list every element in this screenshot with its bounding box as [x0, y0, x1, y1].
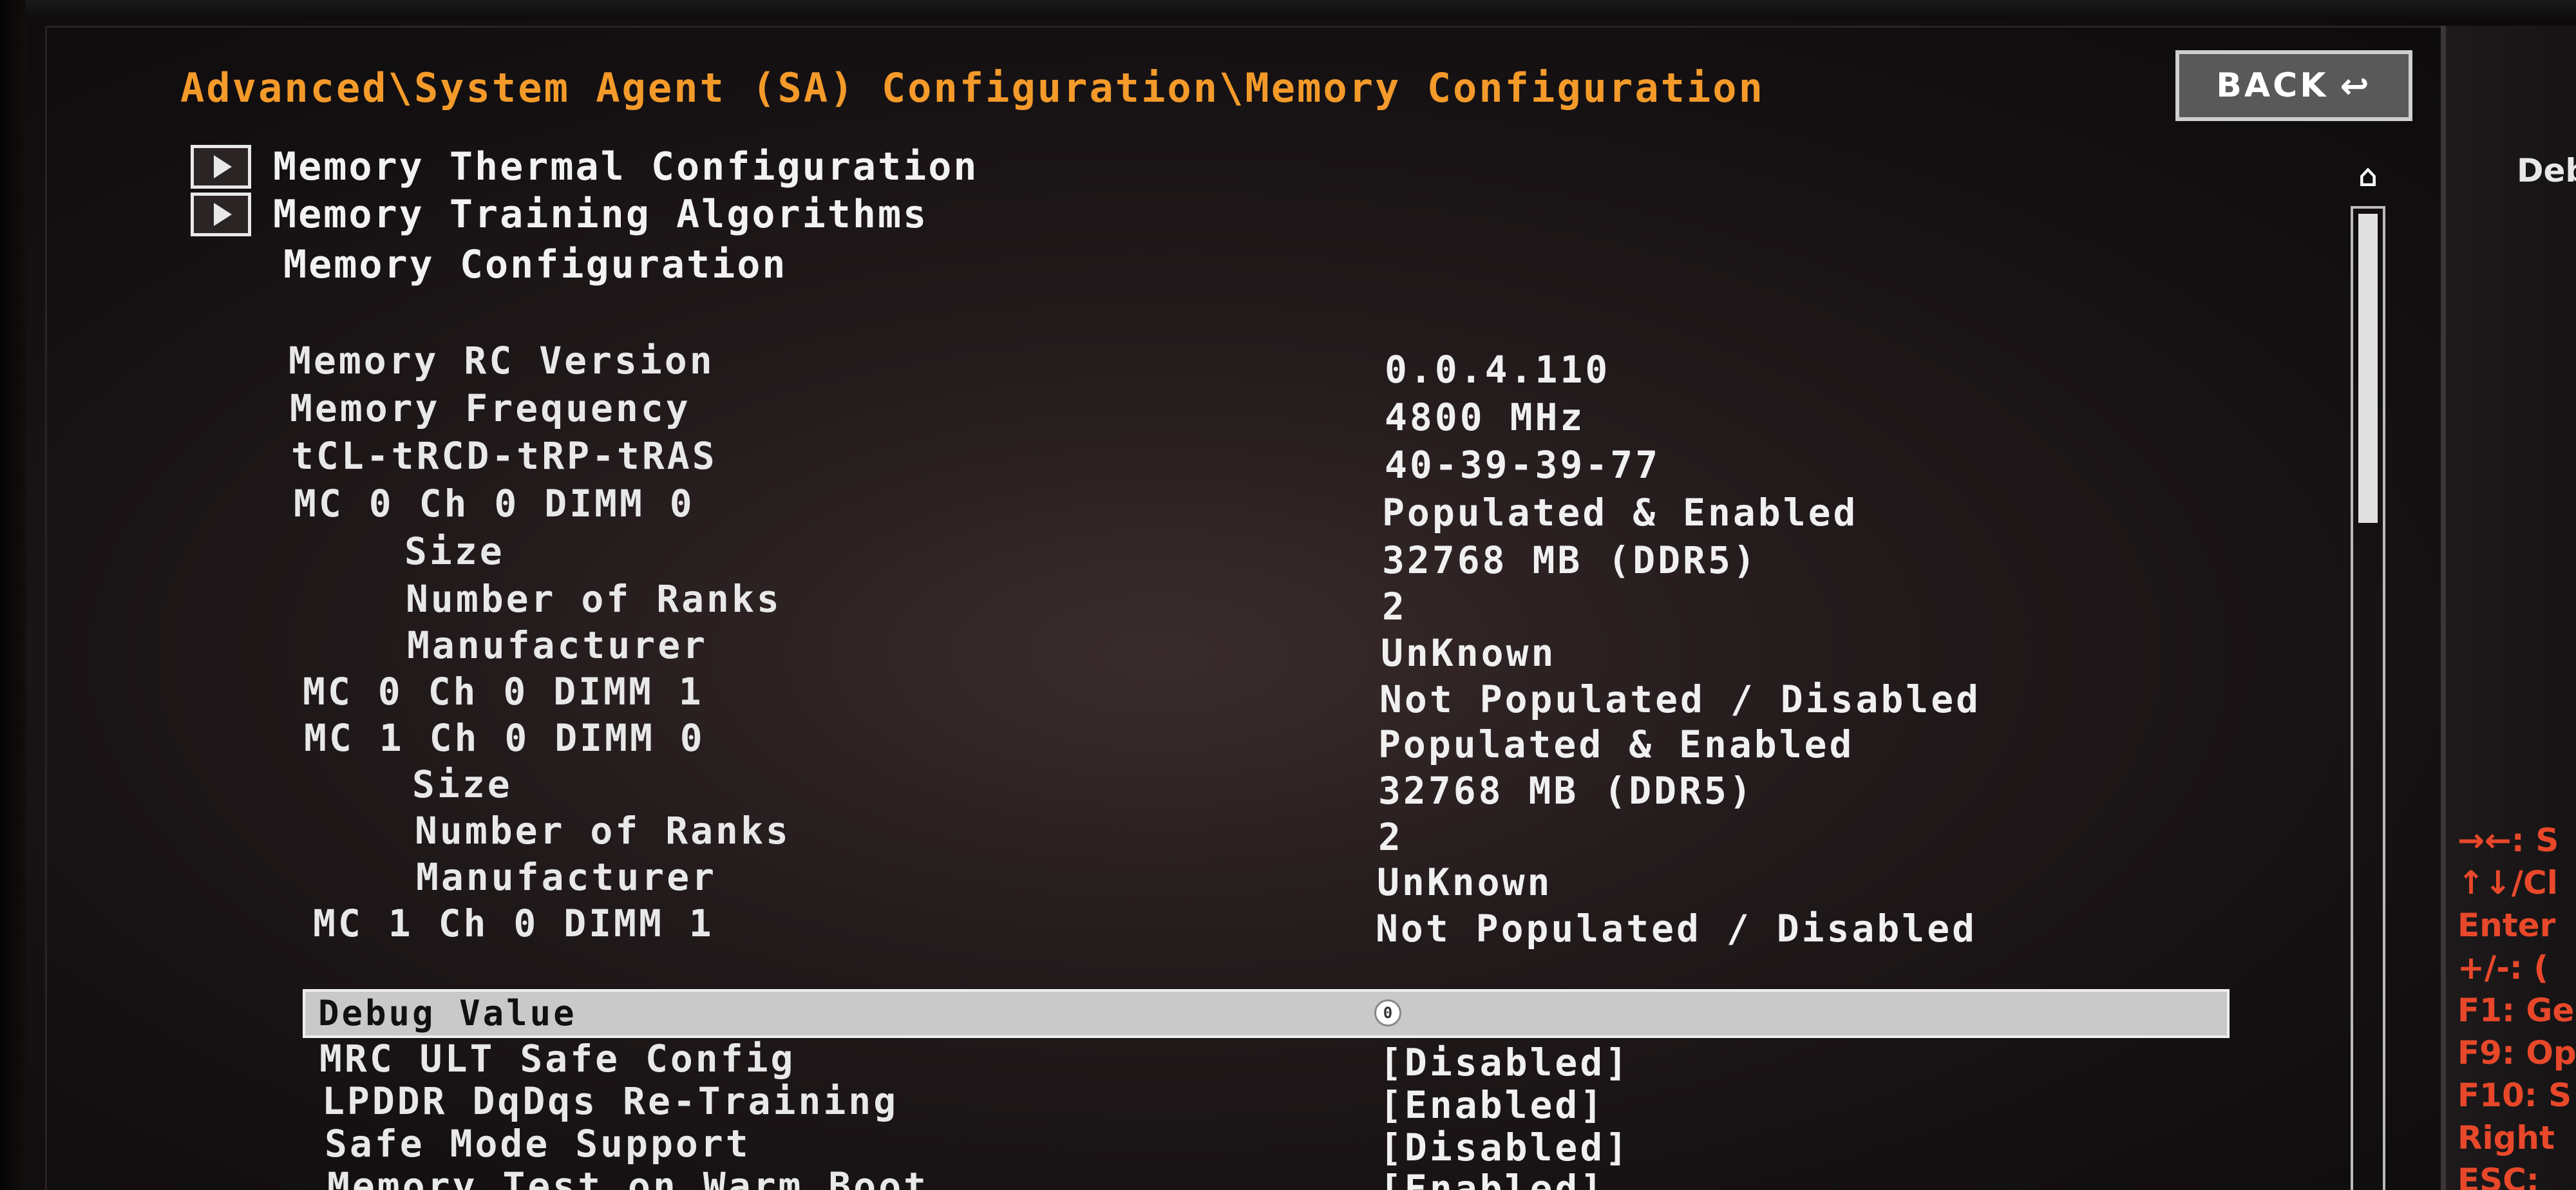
- info-label: Number of Ranks: [415, 809, 791, 853]
- info-value: 32768 MB (DDR5): [1382, 538, 1758, 582]
- back-button-label: BACK: [2216, 66, 2329, 105]
- scrollbar-thumb[interactable]: [2358, 214, 2378, 523]
- info-label: Size: [412, 762, 513, 806]
- help-panel: Deb →←: S ↑↓/Cl Enter +/-: ( F1: Ge F9: …: [2441, 26, 2576, 1190]
- info-value: 4800 MHz: [1385, 395, 1586, 439]
- key-hint: Enter: [2458, 907, 2556, 944]
- setting-label[interactable]: LPDDR DqDqs Re-Training: [322, 1079, 898, 1123]
- info-label: tCL-tRCD-tRP-tRAS: [291, 434, 717, 478]
- key-hint: ESC:: [2458, 1162, 2539, 1190]
- key-hint: F9: Op: [2458, 1034, 2576, 1072]
- info-value: Not Populated / Disabled: [1379, 677, 1982, 721]
- help-description: Deb: [2517, 152, 2576, 189]
- info-label: MC 0 Ch 0 DIMM 0: [294, 482, 695, 525]
- info-label: MC 0 Ch 0 DIMM 1: [303, 670, 704, 713]
- info-value: 32768 MB (DDR5): [1378, 769, 1754, 813]
- monitor-bezel-top: [0, 0, 2576, 19]
- key-hint: Right: [2458, 1119, 2555, 1157]
- info-label: Memory Frequency: [290, 386, 691, 430]
- setting-value-input[interactable]: 0: [1374, 999, 1401, 1026]
- info-label: Number of Ranks: [406, 577, 782, 621]
- scroll-up-icon[interactable]: ⌂: [2352, 160, 2384, 192]
- info-label: Manufacturer: [407, 623, 708, 667]
- setting-value[interactable]: [Disabled]: [1379, 1126, 1630, 1169]
- return-arrow-icon: ↩: [2340, 65, 2372, 106]
- submenu-arrow-icon: [191, 145, 251, 189]
- setting-label[interactable]: Memory Test on Warm Boot: [327, 1164, 929, 1190]
- submenu-memory-training-algorithms[interactable]: Memory Training Algorithms: [191, 192, 928, 237]
- scrollbar[interactable]: [2351, 206, 2385, 1190]
- submenu-label: Memory Thermal Configuration: [273, 144, 979, 189]
- submenu-memory-thermal-configuration[interactable]: Memory Thermal Configuration: [191, 144, 978, 189]
- key-hint: F1: Ge: [2458, 992, 2575, 1029]
- section-title: Memory Configuration: [283, 242, 788, 287]
- key-hint: +/-: (: [2458, 949, 2549, 987]
- setting-label[interactable]: Safe Mode Support: [325, 1122, 751, 1166]
- info-value: 40-39-39-77: [1385, 443, 1661, 487]
- key-hint: F10: S: [2458, 1077, 2572, 1114]
- breadcrumb: Advanced\System Agent (SA) Configuration…: [180, 64, 1765, 111]
- setting-value[interactable]: [Enabled]: [1379, 1167, 1605, 1190]
- info-value: 2: [1378, 815, 1403, 859]
- info-value: Populated & Enabled: [1382, 491, 1859, 534]
- back-button[interactable]: BACK ↩: [2175, 50, 2412, 121]
- submenu-label: Memory Training Algorithms: [273, 192, 929, 237]
- info-label: Memory RC Version: [289, 339, 715, 382]
- info-value: Not Populated / Disabled: [1376, 907, 1978, 950]
- info-value: UnKnown: [1377, 860, 1553, 904]
- setting-label: Debug Value: [318, 993, 577, 1034]
- key-hint: →←: S: [2458, 822, 2559, 859]
- info-value: 2: [1382, 585, 1407, 628]
- info-label: MC 1 Ch 0 DIMM 1: [313, 902, 714, 945]
- bios-screen: Advanced\System Agent (SA) Configuration…: [0, 0, 2576, 1190]
- info-label: MC 1 Ch 0 DIMM 0: [304, 716, 705, 760]
- info-value: Populated & Enabled: [1378, 722, 1855, 766]
- info-value: UnKnown: [1381, 631, 1557, 675]
- setting-label[interactable]: MRC ULT Safe Config: [319, 1037, 795, 1081]
- setting-value[interactable]: [Disabled]: [1379, 1041, 1630, 1084]
- key-hint: ↑↓/Cl: [2458, 864, 2558, 902]
- setting-value[interactable]: [Enabled]: [1379, 1083, 1605, 1127]
- info-label: Manufacturer: [416, 855, 717, 899]
- monitor-bezel-left: [0, 0, 26, 1190]
- info-value: 0.0.4.110: [1385, 348, 1611, 392]
- setting-debug-value-selected[interactable]: Debug Value 0: [303, 989, 2230, 1038]
- info-label: Size: [404, 529, 505, 573]
- submenu-arrow-icon: [191, 193, 251, 236]
